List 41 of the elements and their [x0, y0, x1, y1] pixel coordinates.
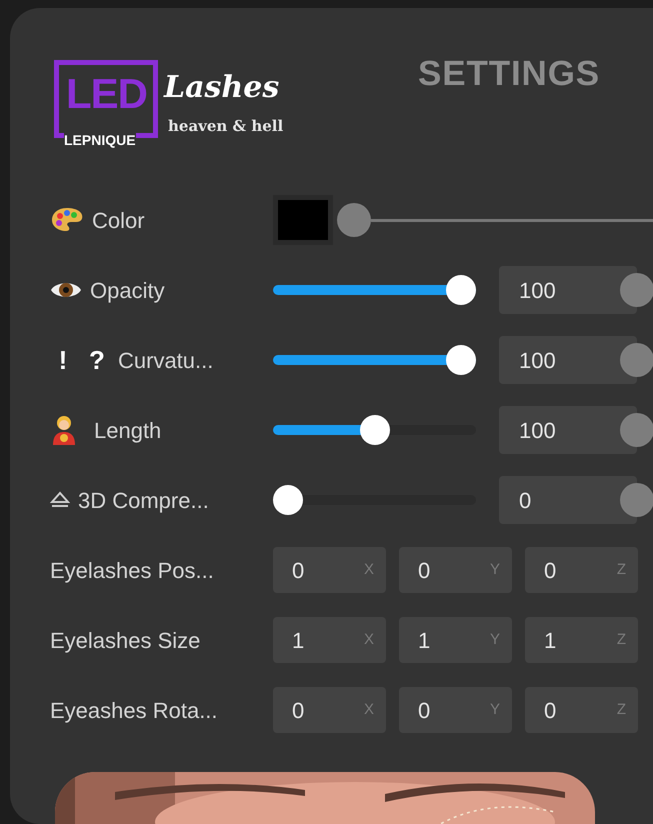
setting-label: Curvatu...	[118, 346, 214, 374]
slider-track[interactable]	[273, 485, 476, 515]
field-value: 0	[292, 696, 304, 724]
slider-thumb[interactable]	[446, 345, 476, 375]
slider-thumb[interactable]	[360, 415, 390, 445]
color-swatch[interactable]	[273, 195, 333, 245]
logo-script: Lashes	[164, 70, 280, 106]
slider-thumb[interactable]	[446, 275, 476, 305]
setting-label: Eyelashes Size	[50, 626, 200, 655]
setting-label: Length	[94, 416, 162, 445]
field-value: 0	[292, 556, 304, 584]
logo-byline: LEPNIQUE	[64, 132, 136, 148]
slider-track[interactable]	[273, 345, 476, 375]
field-value: 1	[418, 626, 430, 654]
number-field[interactable]: 0	[499, 476, 637, 524]
setting-label: Opacity	[90, 276, 165, 305]
number-field[interactable]: 100	[499, 406, 637, 454]
setting-label: 3D Compre...	[78, 486, 209, 515]
setting-label: Eyelashes Pos...	[50, 556, 214, 585]
field-value: 0	[418, 556, 430, 584]
setting-label: Eyeashes Rota...	[50, 696, 218, 725]
mark-glyph: !	[58, 344, 68, 376]
slider-track[interactable]	[273, 275, 476, 305]
logo-tagline: heaven & hell	[168, 116, 284, 136]
field-value: 0	[544, 696, 556, 724]
panel-title: SETTINGS	[418, 53, 600, 95]
palette-icon	[50, 206, 84, 234]
mark-glyph: ?	[88, 344, 106, 376]
person-icon	[50, 414, 78, 446]
field-value: 1	[544, 626, 556, 654]
field-value: 0	[544, 556, 556, 584]
logo-mark: LED	[66, 70, 147, 118]
field-value: 1	[292, 626, 304, 654]
number-field[interactable]: 100	[499, 336, 637, 384]
slider-track[interactable]	[273, 415, 476, 445]
slider-knob[interactable]	[337, 203, 371, 237]
number-field[interactable]: 100	[499, 266, 637, 314]
eject-icon	[50, 491, 70, 509]
field-value: 0	[418, 696, 430, 724]
setting-label: Color	[92, 206, 145, 234]
slider-thumb[interactable]	[273, 485, 303, 515]
